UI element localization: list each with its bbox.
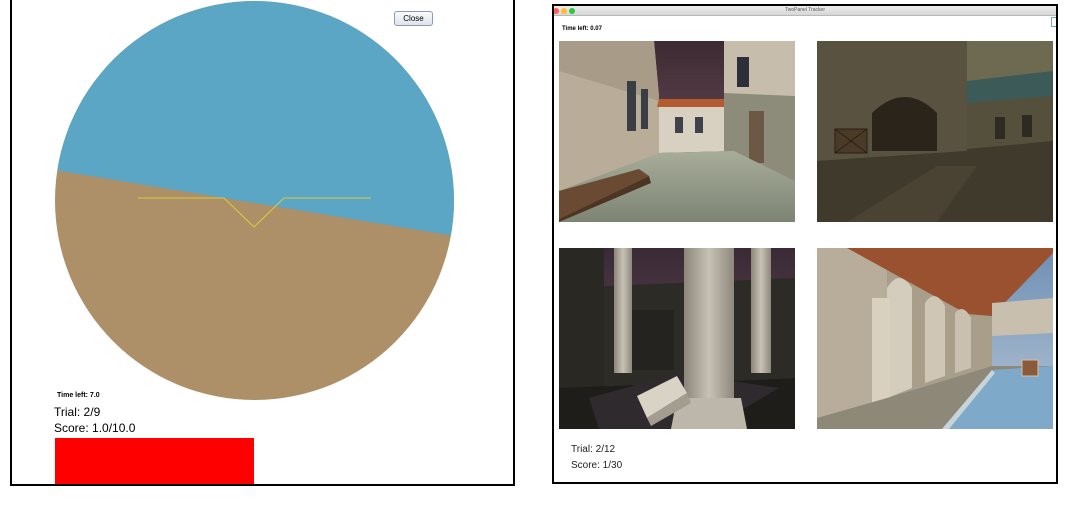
trial-counter: Trial: 2/12 [571, 444, 616, 455]
edge-button[interactable] [1051, 17, 1056, 27]
score-bar [55, 438, 254, 484]
window-titlebar: TwoPanel Tracker [554, 6, 1056, 16]
trial-counter: Trial: 2/9 [54, 405, 101, 419]
attitude-indicator [54, 0, 455, 401]
close-button[interactable]: Close [394, 11, 433, 26]
arcade-pool-scene[interactable] [817, 248, 1053, 429]
attitude-task-panel: Close Time left: 7.0 Trial: 2/9 Score: 1… [10, 0, 515, 486]
time-left-label: Time left: 7.0 [57, 392, 100, 399]
colonnade-pillars-scene[interactable] [559, 248, 795, 429]
time-left-label: Time left: 0.07 [562, 26, 602, 32]
window-title: TwoPanel Tracker [784, 7, 826, 13]
scene-tracker-window: TwoPanel Tracker Time left: 0.07 Trial: … [552, 4, 1058, 484]
score-label: Score: 1.0/10.0 [54, 421, 136, 435]
score-label: Score: 1/30 [571, 460, 623, 471]
stone-archway-scene[interactable] [817, 41, 1053, 222]
courtyard-street-scene[interactable] [559, 41, 795, 222]
